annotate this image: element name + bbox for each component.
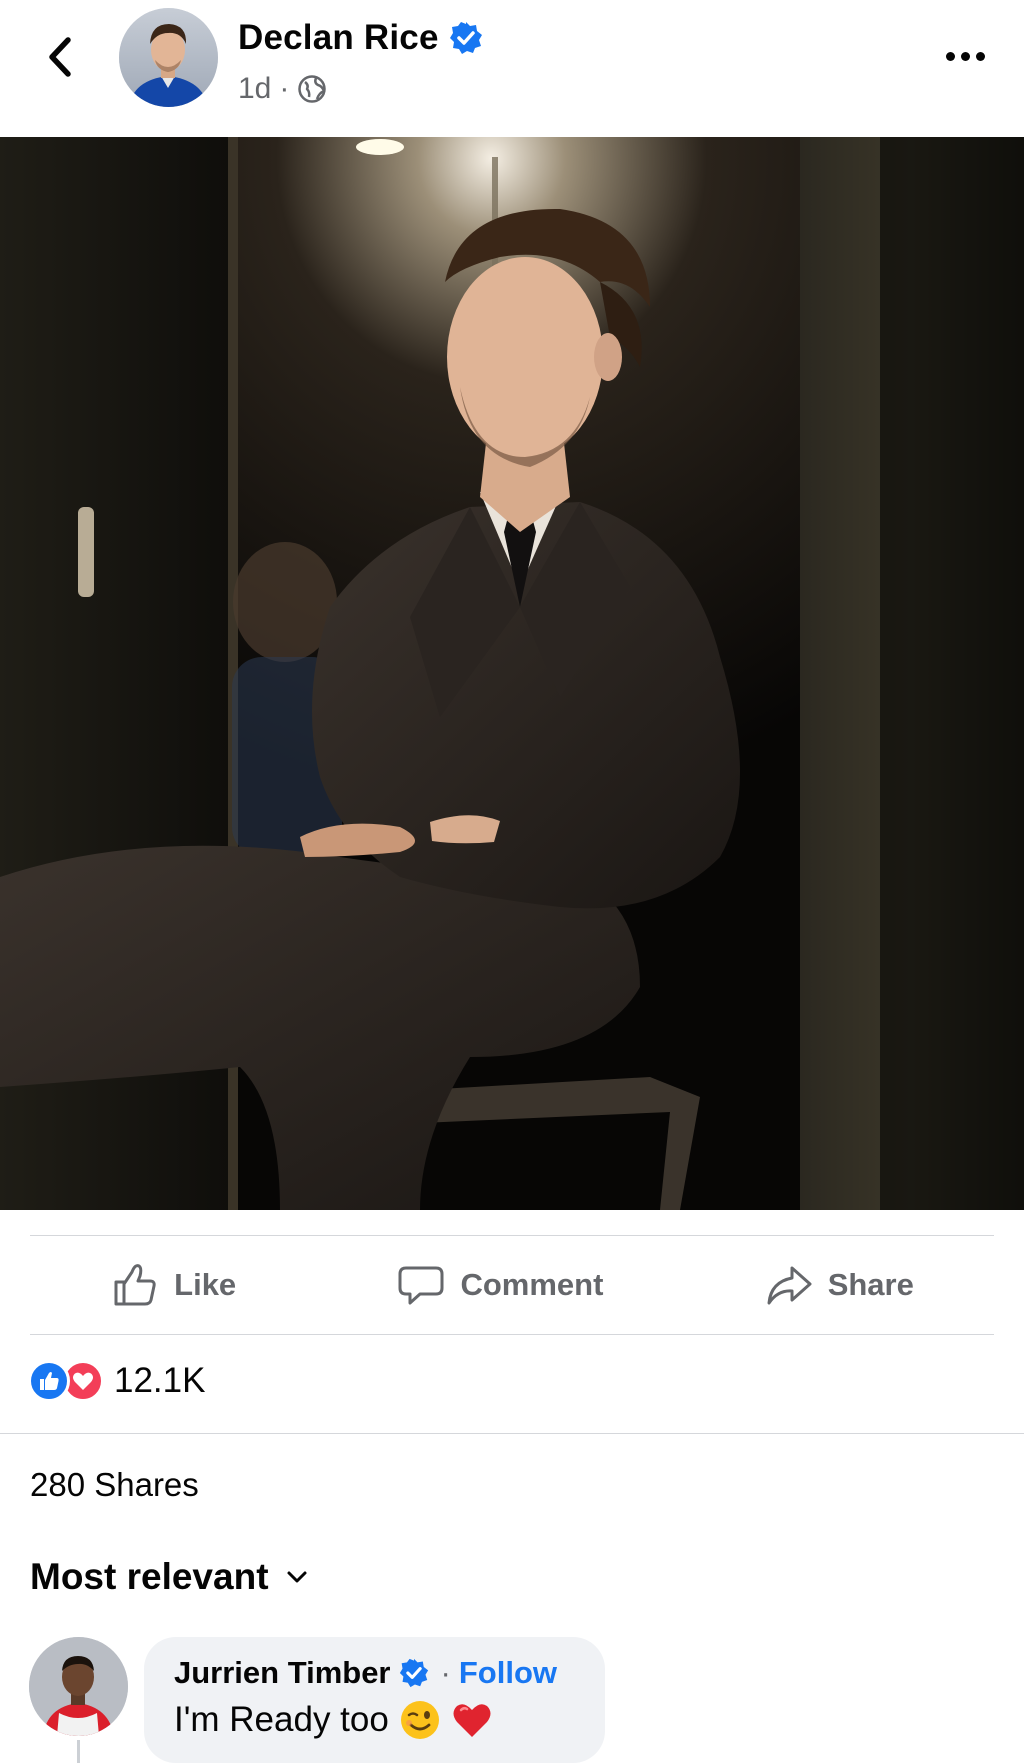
comment-text: I'm Ready too bbox=[174, 1700, 389, 1739]
post-time[interactable]: 1d bbox=[238, 72, 271, 106]
comment-button[interactable]: Comment bbox=[396, 1260, 603, 1310]
sort-label: Most relevant bbox=[30, 1556, 269, 1597]
more-dot-icon bbox=[945, 51, 955, 61]
action-bar-divider-bottom bbox=[30, 1334, 994, 1335]
action-bar: Like Comment Share bbox=[30, 1236, 994, 1334]
back-button[interactable] bbox=[36, 32, 82, 82]
verified-badge-icon bbox=[399, 1658, 428, 1688]
meta-separator: · bbox=[279, 72, 290, 105]
comment-header: Jurrien Timber · Follow bbox=[174, 1655, 575, 1691]
comment-thread-line bbox=[77, 1740, 80, 1763]
verified-badge-icon bbox=[449, 22, 482, 54]
more-dot-icon bbox=[960, 51, 970, 61]
share-button[interactable]: Share bbox=[764, 1260, 914, 1310]
author-name[interactable]: Declan Rice bbox=[238, 18, 439, 58]
like-reaction-icon bbox=[28, 1360, 70, 1402]
reaction-count: 12.1K bbox=[114, 1361, 206, 1400]
comment-bubble: Jurrien Timber · Follow I'm Ready too bbox=[144, 1637, 605, 1763]
comment-icon bbox=[398, 1266, 444, 1305]
follow-button[interactable]: Follow bbox=[459, 1655, 557, 1691]
like-label: Like bbox=[174, 1267, 237, 1302]
share-label: Share bbox=[827, 1267, 914, 1302]
red-heart-icon bbox=[453, 1704, 491, 1737]
commenter-name[interactable]: Jurrien Timber bbox=[174, 1655, 391, 1691]
globe-icon bbox=[298, 75, 327, 103]
share-arrow-icon bbox=[767, 1266, 812, 1305]
author-line: Declan Rice bbox=[238, 18, 483, 58]
chevron-down-icon bbox=[287, 1571, 307, 1583]
author-avatar[interactable] bbox=[119, 8, 218, 107]
more-dot-icon bbox=[975, 51, 985, 61]
thumbs-up-icon bbox=[114, 1264, 156, 1306]
comment-text-line: I'm Ready too bbox=[174, 1699, 575, 1741]
more-options-button[interactable] bbox=[938, 36, 992, 76]
winking-face-icon bbox=[400, 1701, 439, 1739]
shares-count[interactable]: 280 Shares bbox=[30, 1466, 199, 1504]
commenter-avatar[interactable] bbox=[29, 1637, 128, 1736]
post-photo[interactable] bbox=[0, 137, 1024, 1210]
post-meta: 1d · bbox=[238, 72, 327, 106]
section-divider bbox=[0, 1433, 1024, 1434]
comment-separator: · bbox=[440, 1655, 451, 1690]
post-header: Declan Rice 1d · bbox=[0, 0, 1024, 136]
comment-label: Comment bbox=[460, 1267, 604, 1302]
comment-sort-selector[interactable]: Most relevant bbox=[30, 1556, 309, 1598]
reactions-summary[interactable]: 12.1K bbox=[28, 1360, 205, 1402]
like-button[interactable]: Like bbox=[110, 1260, 236, 1310]
chevron-left-icon bbox=[49, 37, 71, 77]
